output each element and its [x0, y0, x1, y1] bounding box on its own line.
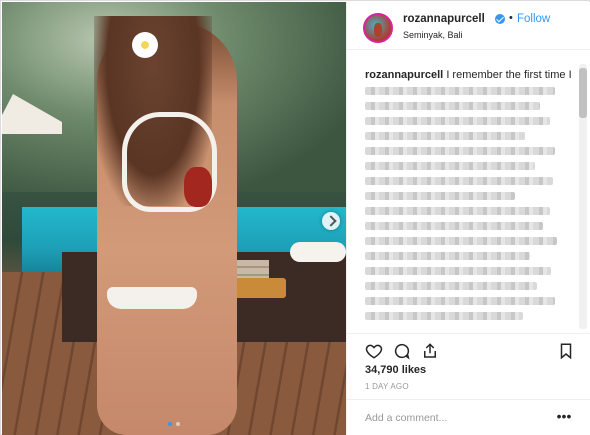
avatar[interactable] — [363, 13, 393, 43]
carousel-dot-1 — [168, 422, 172, 426]
blurred-line — [365, 162, 535, 170]
separator-dot: • — [509, 12, 513, 24]
carousel-dot-2 — [176, 422, 180, 426]
post-photo[interactable] — [2, 2, 346, 435]
blurred-line — [365, 102, 540, 110]
blurred-line — [365, 282, 537, 290]
blurred-line — [365, 87, 555, 95]
blurred-line — [365, 132, 525, 140]
caption-area: rozannapurcell I remember the first time… — [347, 51, 590, 333]
blurred-line — [365, 192, 515, 200]
scrollbar-thumb[interactable] — [579, 68, 587, 118]
carousel-dots — [2, 422, 346, 426]
instagram-post-card: rozannapurcell • Follow Seminyak, Bali r… — [0, 0, 590, 435]
chevron-right-icon[interactable] — [322, 212, 340, 230]
photo-float — [290, 242, 346, 262]
bookmark-icon[interactable] — [557, 342, 575, 360]
location-link[interactable]: Seminyak, Bali — [403, 30, 463, 40]
caption-text: I remember the first time I — [446, 69, 572, 81]
blurred-caption-text — [365, 87, 565, 327]
blurred-line — [365, 177, 553, 185]
blurred-line — [365, 147, 555, 155]
username-link[interactable]: rozannapurcell — [403, 13, 485, 25]
blurred-line — [365, 222, 543, 230]
comment-icon[interactable] — [393, 342, 411, 360]
post-timestamp[interactable]: 1 DAY AGO — [365, 382, 409, 391]
caption-scrollbar[interactable] — [579, 64, 587, 329]
likes-count[interactable]: 34,790 likes — [365, 364, 426, 376]
blurred-line — [365, 117, 550, 125]
heart-icon[interactable] — [365, 342, 383, 360]
share-icon[interactable] — [421, 342, 439, 360]
photo-bikini-bottom — [107, 287, 197, 309]
add-comment-bar: Add a comment... ••• — [347, 399, 590, 435]
blurred-line — [365, 237, 557, 245]
photo-flower — [132, 32, 158, 58]
blurred-line — [365, 252, 530, 260]
caption-username[interactable]: rozannapurcell — [365, 69, 443, 81]
blurred-line — [365, 297, 555, 305]
photo-bikini-accent — [184, 167, 212, 207]
blurred-line — [365, 267, 551, 275]
caption: rozannapurcell I remember the first time… — [365, 69, 575, 82]
verified-badge-icon — [495, 14, 505, 24]
follow-button[interactable]: Follow — [517, 13, 550, 25]
comment-input[interactable]: Add a comment... — [365, 412, 447, 424]
blurred-line — [365, 207, 550, 215]
post-side-panel: rozannapurcell • Follow Seminyak, Bali r… — [346, 2, 590, 435]
post-header: rozannapurcell • Follow Seminyak, Bali — [347, 2, 590, 50]
blurred-line — [365, 312, 523, 320]
action-bar — [347, 333, 590, 363]
more-options-icon[interactable]: ••• — [555, 409, 573, 427]
